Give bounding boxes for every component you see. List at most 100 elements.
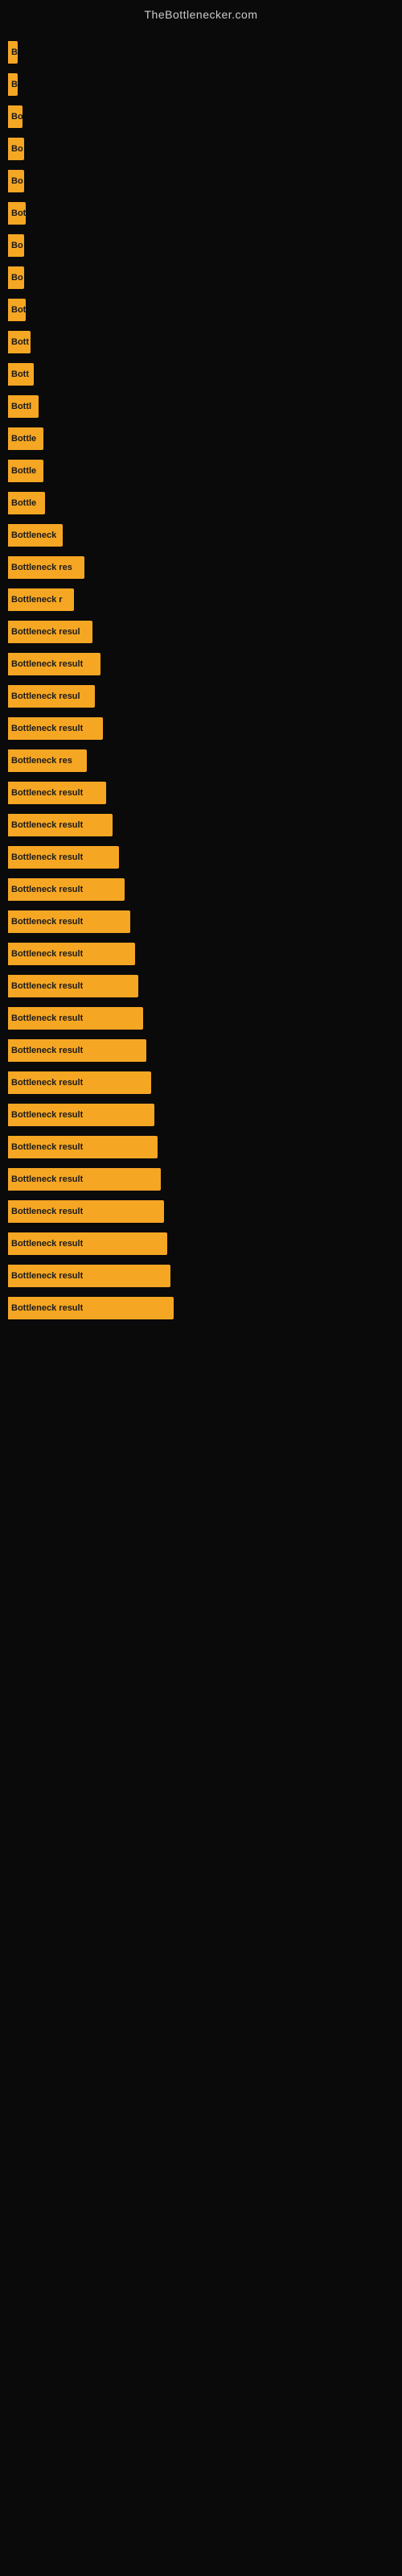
bar-label: Bottleneck resul bbox=[11, 691, 80, 701]
site-title: TheBottlenecker.com bbox=[0, 0, 402, 25]
bar-row: Bottleneck result bbox=[8, 1007, 394, 1030]
bar-item: Bottleneck result bbox=[8, 1007, 143, 1030]
bar-row: Bot bbox=[8, 202, 394, 225]
bar-label: Bot bbox=[11, 208, 26, 218]
bar-item: Bottleneck result bbox=[8, 1104, 154, 1126]
bar-label: Bo bbox=[11, 273, 23, 283]
bar-item: Bottleneck result bbox=[8, 1232, 167, 1255]
bar-label: Bo bbox=[11, 144, 23, 154]
bar-row: Bottleneck result bbox=[8, 943, 394, 965]
bar-item: Bottleneck result bbox=[8, 1039, 146, 1062]
bar-row: Bottleneck result bbox=[8, 814, 394, 836]
bar-label: Bottleneck result bbox=[11, 820, 83, 830]
bar-label: Bottle bbox=[11, 434, 36, 444]
bar-label: Bottleneck result bbox=[11, 1078, 83, 1088]
bar-row: Bottleneck res bbox=[8, 556, 394, 579]
bar-row: Bottleneck resul bbox=[8, 685, 394, 708]
bar-item: Bottleneck result bbox=[8, 782, 106, 804]
bar-item: Bottleneck result bbox=[8, 1168, 161, 1191]
bar-label: B bbox=[11, 47, 18, 57]
bar-item: Bo bbox=[8, 266, 24, 289]
bar-label: Bottleneck result bbox=[11, 885, 83, 894]
bar-item: Bottleneck result bbox=[8, 653, 100, 675]
bar-label: Bottleneck result bbox=[11, 1174, 83, 1184]
bar-item: Bottleneck bbox=[8, 524, 63, 547]
bar-row: Bottleneck resul bbox=[8, 621, 394, 643]
bar-label: Bottleneck result bbox=[11, 1110, 83, 1120]
bar-item: Bottle bbox=[8, 492, 45, 514]
bar-item: Bott bbox=[8, 331, 31, 353]
bar-label: Bo bbox=[11, 241, 23, 250]
bar-label: Bo bbox=[11, 176, 23, 186]
bar-row: Bottleneck result bbox=[8, 878, 394, 901]
bar-item: Bottle bbox=[8, 427, 43, 450]
bar-label: Bot bbox=[11, 305, 26, 315]
bar-label: Bottleneck result bbox=[11, 1013, 83, 1023]
bar-label: Bottleneck result bbox=[11, 852, 83, 862]
bar-row: Bottleneck result bbox=[8, 846, 394, 869]
bar-item: Bottleneck resul bbox=[8, 621, 92, 643]
bar-item: Bottl bbox=[8, 395, 39, 418]
bar-row: Bo bbox=[8, 105, 394, 128]
bar-row: Bottle bbox=[8, 460, 394, 482]
bar-row: Bo bbox=[8, 138, 394, 160]
bar-label: Bottleneck result bbox=[11, 1142, 83, 1152]
bar-item: Bo bbox=[8, 105, 23, 128]
bar-row: B bbox=[8, 41, 394, 64]
bar-label: Bottleneck result bbox=[11, 724, 83, 733]
bar-row: Bot bbox=[8, 299, 394, 321]
bar-row: Bo bbox=[8, 266, 394, 289]
bar-item: Bottleneck result bbox=[8, 717, 103, 740]
bar-label: Bottleneck resul bbox=[11, 627, 80, 637]
bar-label: Bottleneck r bbox=[11, 595, 63, 605]
bar-label: Bottleneck result bbox=[11, 1046, 83, 1055]
bar-row: Bottleneck result bbox=[8, 717, 394, 740]
bar-label: Bottleneck bbox=[11, 530, 56, 540]
bar-item: Bottleneck resul bbox=[8, 685, 95, 708]
bar-row: Bottl bbox=[8, 395, 394, 418]
bar-label: Bottleneck result bbox=[11, 1303, 83, 1313]
bar-item: Bottleneck result bbox=[8, 1136, 158, 1158]
bar-item: Bot bbox=[8, 299, 26, 321]
bar-row: Bott bbox=[8, 363, 394, 386]
bar-row: Bottleneck result bbox=[8, 1136, 394, 1158]
bar-row: Bo bbox=[8, 170, 394, 192]
bar-item: Bott bbox=[8, 363, 34, 386]
bar-row: Bottle bbox=[8, 427, 394, 450]
bar-item: Bottleneck result bbox=[8, 846, 119, 869]
bar-item: B bbox=[8, 73, 18, 96]
bar-row: Bottleneck result bbox=[8, 910, 394, 933]
bar-row: Bottleneck result bbox=[8, 1200, 394, 1223]
bar-item: Bot bbox=[8, 202, 26, 225]
bar-label: Bottleneck res bbox=[11, 563, 72, 572]
bar-item: Bottleneck result bbox=[8, 814, 113, 836]
bar-label: Bottleneck result bbox=[11, 659, 83, 669]
bar-label: Bo bbox=[11, 112, 23, 122]
bar-item: Bottle bbox=[8, 460, 43, 482]
bar-label: Bottleneck result bbox=[11, 949, 83, 959]
bar-label: Bottl bbox=[11, 402, 31, 411]
bar-label: Bott bbox=[11, 337, 29, 347]
bar-row: B bbox=[8, 73, 394, 96]
bar-label: Bottleneck res bbox=[11, 756, 72, 766]
bar-item: Bottleneck result bbox=[8, 943, 135, 965]
bar-label: B bbox=[11, 80, 18, 89]
bar-item: B bbox=[8, 41, 18, 64]
bar-row: Bott bbox=[8, 331, 394, 353]
bar-row: Bottleneck result bbox=[8, 653, 394, 675]
bar-item: Bo bbox=[8, 234, 24, 257]
bar-label: Bottleneck result bbox=[11, 981, 83, 991]
bar-item: Bottleneck result bbox=[8, 1297, 174, 1319]
bar-row: Bottleneck r bbox=[8, 588, 394, 611]
bar-row: Bottleneck result bbox=[8, 1039, 394, 1062]
bar-item: Bottleneck r bbox=[8, 588, 74, 611]
bar-row: Bottleneck result bbox=[8, 1297, 394, 1319]
bar-item: Bottleneck result bbox=[8, 975, 138, 997]
bar-row: Bo bbox=[8, 234, 394, 257]
bar-label: Bottle bbox=[11, 466, 36, 476]
bar-label: Bottle bbox=[11, 498, 36, 508]
bar-label: Bottleneck result bbox=[11, 1207, 83, 1216]
bar-row: Bottleneck result bbox=[8, 1232, 394, 1255]
bar-label: Bottleneck result bbox=[11, 917, 83, 927]
bar-row: Bottleneck result bbox=[8, 975, 394, 997]
